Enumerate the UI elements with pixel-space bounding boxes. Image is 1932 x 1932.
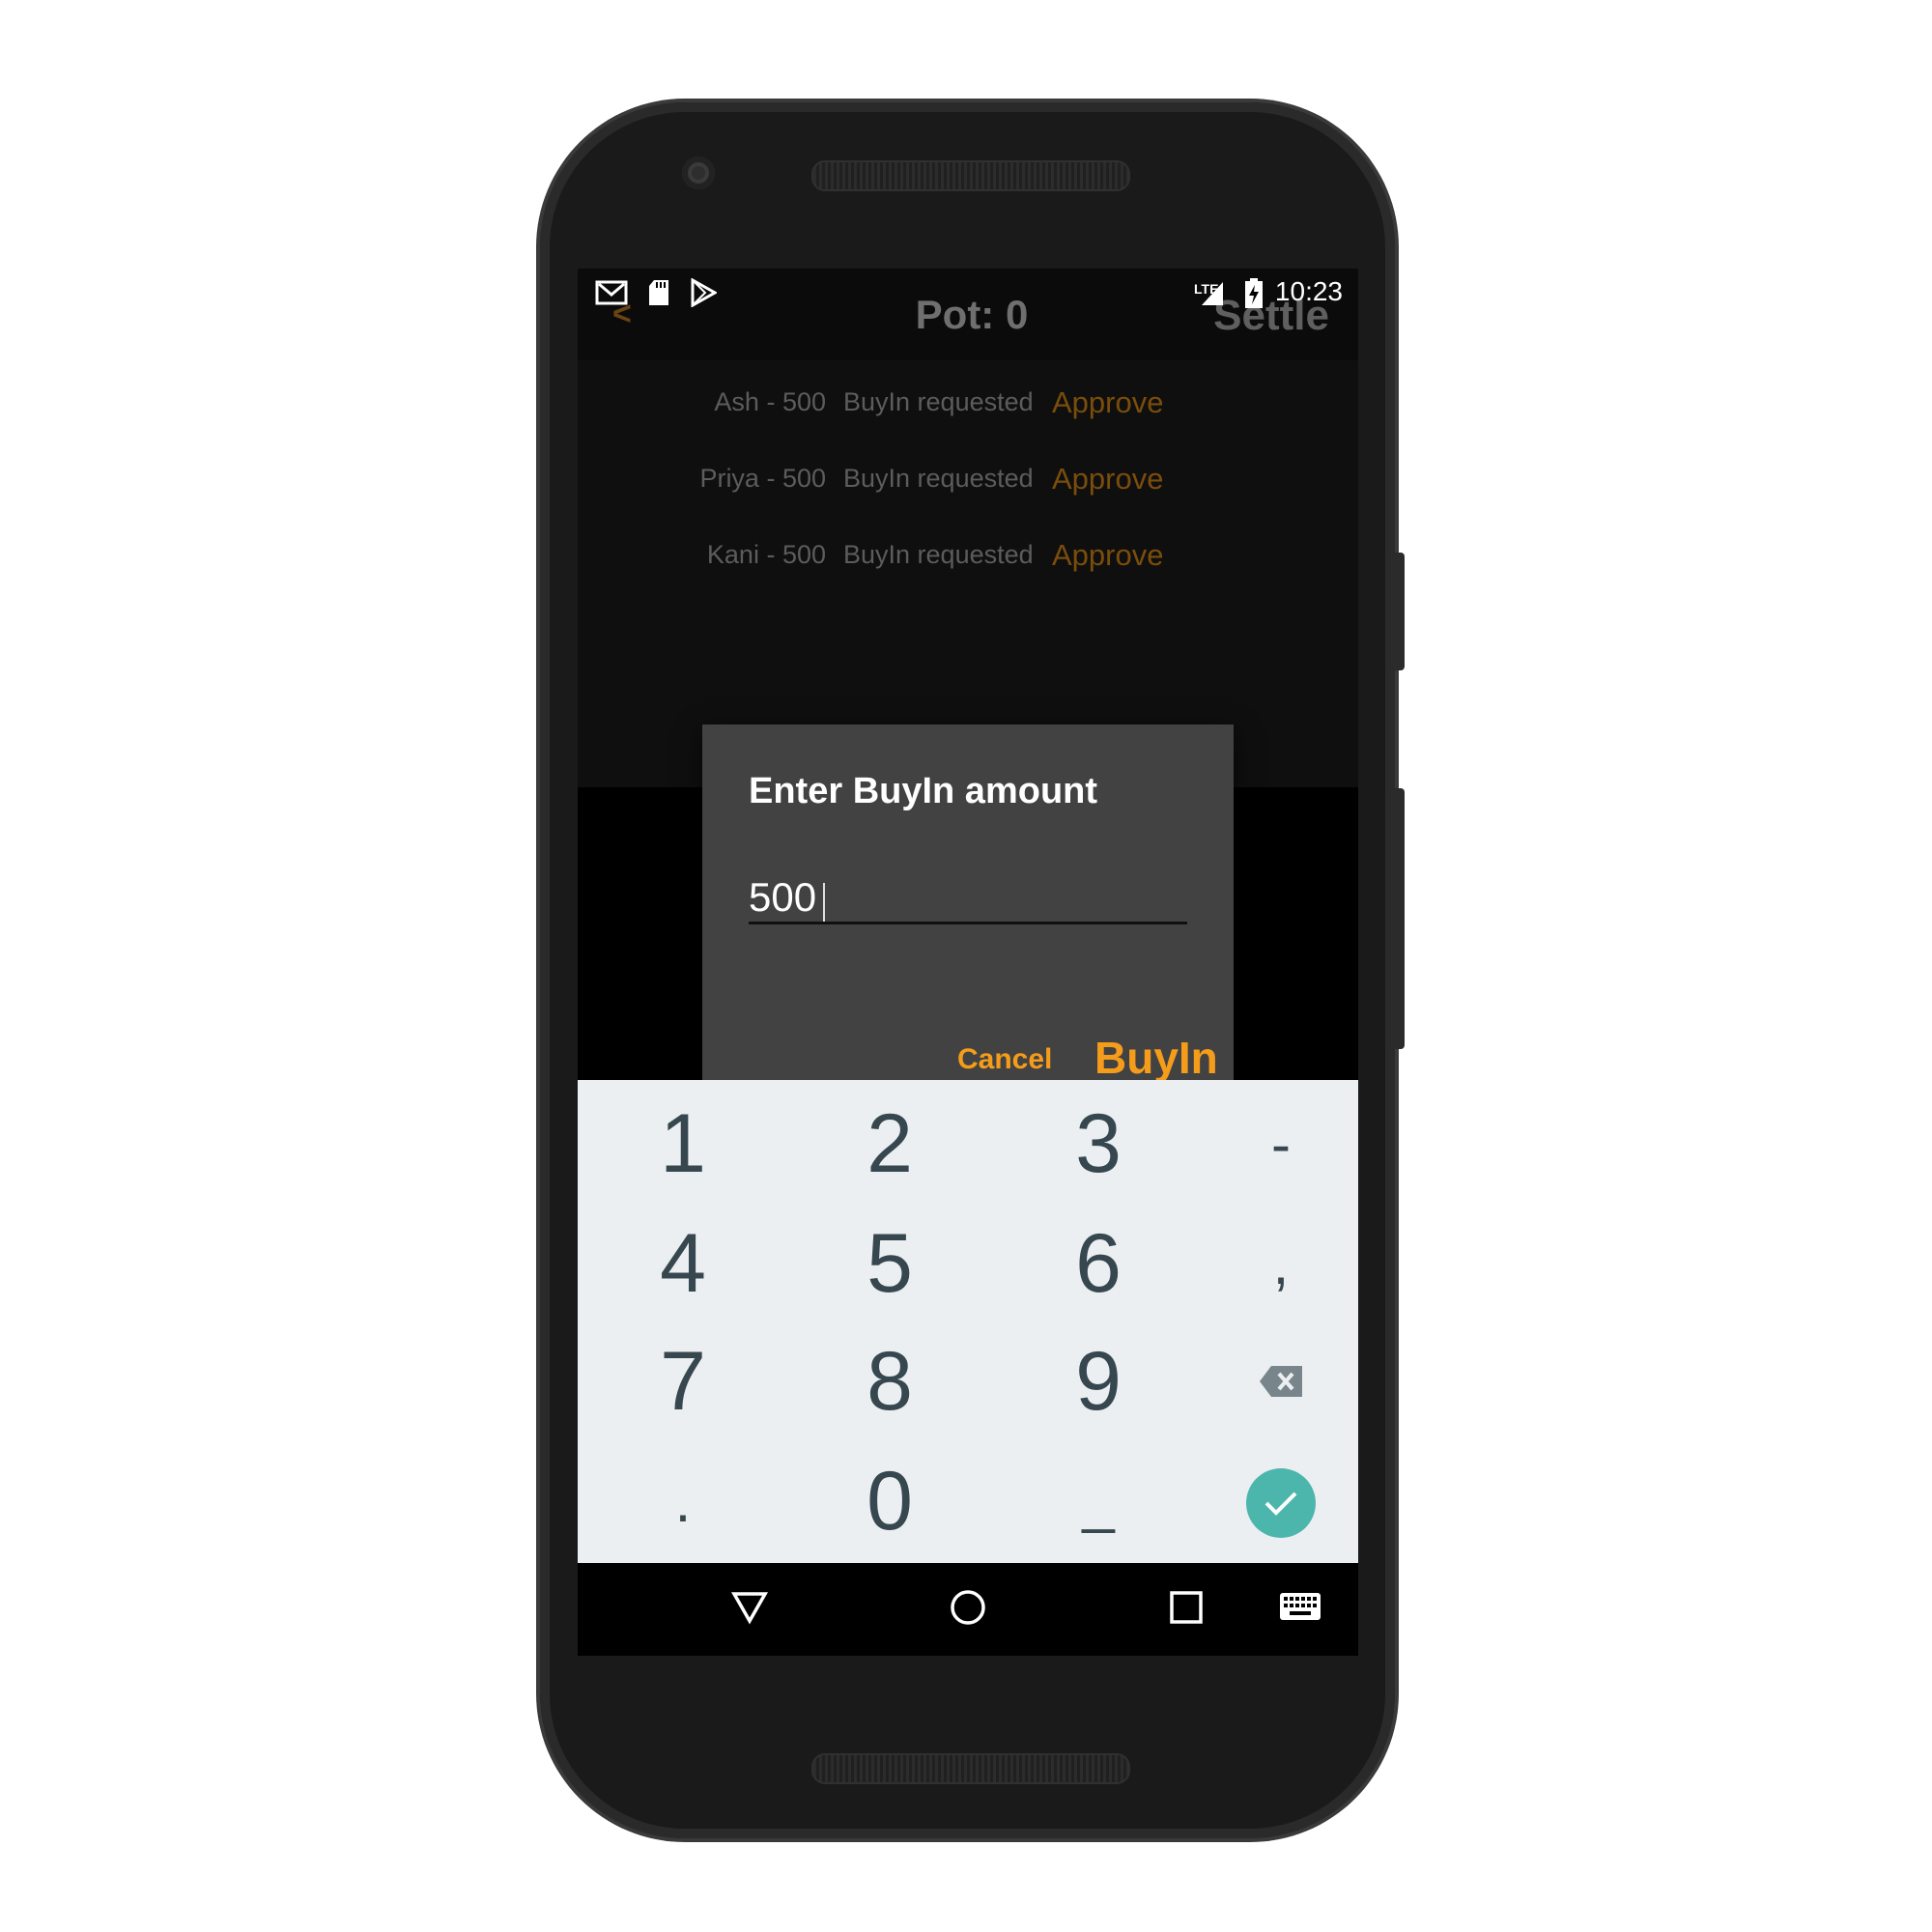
signal-icon [1200, 278, 1225, 313]
key-space[interactable]: _ [1001, 1441, 1196, 1561]
top-speaker [811, 160, 1130, 191]
buyin-request-list: Ash - 500 BuyIn requested Approve Priya … [578, 360, 1358, 787]
battery-charging-icon [1244, 278, 1264, 315]
cancel-button[interactable]: Cancel [957, 1043, 1052, 1076]
status-bar: LTE 10:23 [578, 269, 1358, 315]
key-0[interactable]: 0 [792, 1441, 987, 1561]
navigation-bar [578, 1563, 1358, 1656]
approve-button[interactable]: Approve [1052, 462, 1163, 497]
key-4[interactable]: 4 [585, 1204, 781, 1323]
request-status: BuyIn requested [843, 387, 1034, 416]
back-triangle-icon[interactable] [730, 1588, 769, 1632]
list-item: Kani - 500 BuyIn requested Approve [578, 526, 1358, 584]
key-minus[interactable]: - [1183, 1084, 1358, 1204]
player-amount: Priya - 500 [699, 464, 826, 493]
keyboard-switch-icon[interactable] [1279, 1592, 1321, 1628]
key-period[interactable]: . [585, 1441, 781, 1561]
volume-button [1391, 788, 1405, 1049]
key-9[interactable]: 9 [1001, 1321, 1196, 1441]
key-7[interactable]: 7 [585, 1321, 781, 1441]
enter-check-icon[interactable] [1246, 1468, 1316, 1538]
dialog-title: Enter BuyIn amount [749, 771, 1098, 811]
play-store-icon [690, 277, 719, 313]
buyin-button[interactable]: BuyIn [1094, 1032, 1218, 1084]
key-comma[interactable]: , [1183, 1204, 1358, 1323]
numeric-keyboard: 1 2 3 - 4 5 6 , 7 8 9 . 0 _ [578, 1080, 1358, 1563]
key-8[interactable]: 8 [792, 1321, 987, 1441]
gmail-icon [595, 278, 628, 313]
power-button [1391, 553, 1405, 670]
clock: 10:23 [1274, 276, 1343, 306]
text-cursor [823, 883, 825, 922]
key-3[interactable]: 3 [1001, 1084, 1196, 1204]
backspace-icon[interactable] [1183, 1321, 1358, 1441]
approve-button[interactable]: Approve [1052, 538, 1163, 573]
screen: < Pot: 0 Settle LTE 10:23 Ash - 500 BuyI… [578, 269, 1358, 1656]
bottom-speaker [811, 1753, 1130, 1784]
key-6[interactable]: 6 [1001, 1204, 1196, 1323]
approve-button[interactable]: Approve [1052, 385, 1163, 420]
sd-card-icon [647, 278, 670, 313]
key-5[interactable]: 5 [792, 1204, 987, 1323]
key-1[interactable]: 1 [585, 1084, 781, 1204]
recents-square-icon[interactable] [1167, 1588, 1206, 1632]
front-camera [682, 156, 715, 189]
player-amount: Kani - 500 [706, 540, 826, 569]
list-item: Priya - 500 BuyIn requested Approve [578, 450, 1358, 508]
home-circle-icon[interactable] [949, 1588, 987, 1632]
request-status: BuyIn requested [843, 464, 1034, 493]
amount-input[interactable] [749, 873, 1187, 924]
buyin-dialog: Enter BuyIn amount Cancel BuyIn [702, 724, 1234, 1130]
list-item: Ash - 500 BuyIn requested Approve [578, 374, 1358, 432]
key-2[interactable]: 2 [792, 1084, 987, 1204]
request-status: BuyIn requested [843, 540, 1034, 569]
player-amount: Ash - 500 [714, 387, 826, 416]
